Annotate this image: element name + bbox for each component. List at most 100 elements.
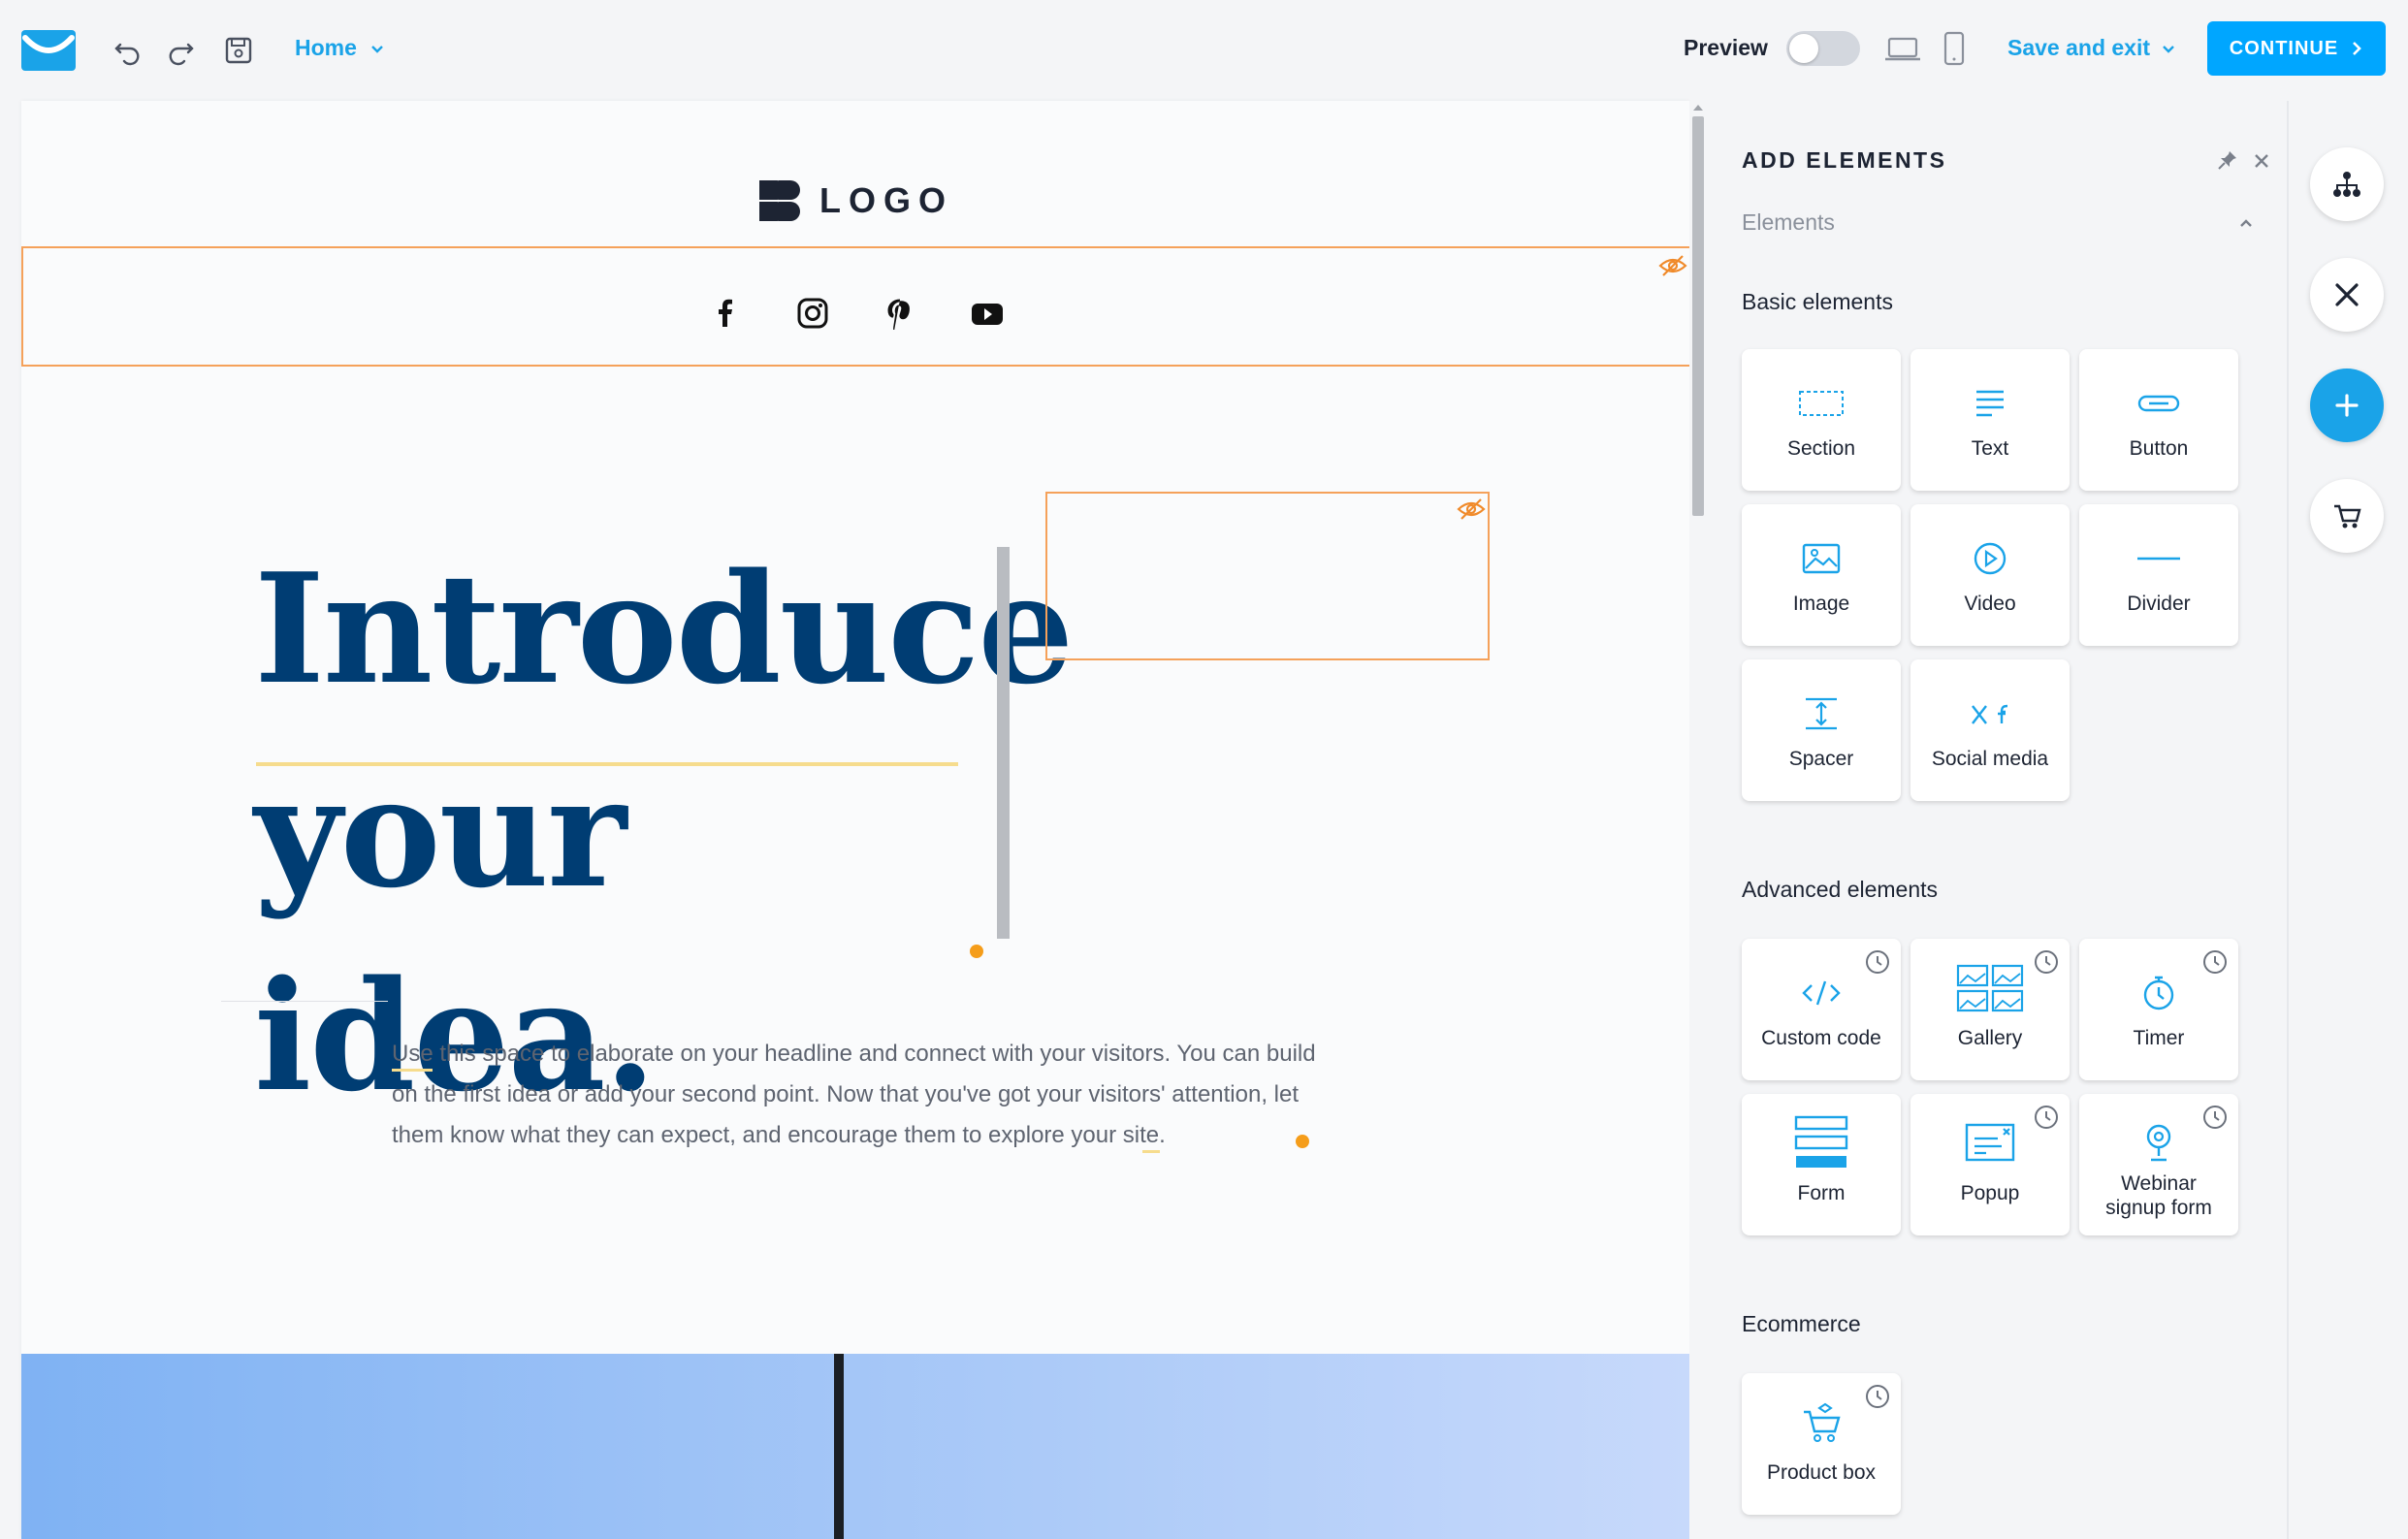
save-and-exit-button[interactable]: Save and exit: [2007, 35, 2177, 61]
element-tile-label: Text: [1971, 437, 2009, 460]
canvas-scrollbar[interactable]: [1689, 101, 1707, 1539]
spellcheck-underline: [392, 1069, 433, 1072]
spellcheck-underline: [1142, 1150, 1160, 1153]
button-icon: [2079, 386, 2238, 421]
social-media-icon: [1910, 696, 2070, 731]
social-icons: [23, 297, 1689, 330]
element-tile-timer[interactable]: Timer: [2079, 939, 2238, 1080]
getresponse-logo-icon[interactable]: [21, 30, 76, 71]
elements-group-header[interactable]: Elements: [1742, 209, 1835, 236]
logo-text: LOGO: [819, 180, 953, 220]
element-tile-label: Spacer: [1788, 748, 1854, 770]
resize-handle[interactable]: [970, 945, 983, 958]
body-paragraph[interactable]: Use this space to elaborate on your head…: [392, 1034, 1342, 1156]
image-icon: [1742, 541, 1901, 576]
element-tile-gallery[interactable]: Gallery: [1910, 939, 2070, 1080]
basic-elements-heading: Basic elements: [1742, 289, 1893, 314]
clock-icon: [2203, 950, 2227, 974]
close-icon[interactable]: [2252, 151, 2271, 171]
chevron-up-icon[interactable]: [2236, 213, 2256, 233]
element-tile-popup[interactable]: Popup: [1910, 1094, 2070, 1235]
popup-icon: [1910, 1119, 2070, 1170]
page-canvas[interactable]: LOGO Introduce your idea. Use this space…: [21, 101, 1689, 1539]
add-elements-panel: ADD ELEMENTS Elements Basic elements Sec…: [1709, 101, 2287, 1539]
canvas-scroll-thumb[interactable]: [1692, 116, 1704, 516]
desktop-view-icon[interactable]: [1883, 31, 1922, 71]
element-tile-label: Gallery: [1957, 1027, 2023, 1049]
element-tile-image[interactable]: Image: [1742, 504, 1901, 646]
element-tile-divider[interactable]: Divider: [2079, 504, 2238, 646]
form-icon: [1742, 1115, 1901, 1170]
clock-icon: [1866, 950, 1889, 974]
save-icon[interactable]: [221, 33, 256, 68]
hidden-element-box[interactable]: [1045, 492, 1490, 660]
element-tile-label: Section: [1786, 437, 1856, 460]
chevron-right-icon: [2353, 42, 2362, 55]
continue-button[interactable]: CONTINUE: [2207, 21, 2386, 76]
chevron-down-icon: [2163, 45, 2174, 53]
page-selector-label: Home: [295, 35, 357, 60]
add-elements-button[interactable]: [2310, 369, 2384, 442]
right-tool-rail: [2287, 101, 2408, 1539]
element-tile-social-media[interactable]: Social media: [1910, 659, 2070, 801]
redo-icon[interactable]: [163, 33, 198, 68]
cart-icon: [2334, 504, 2361, 529]
text-box-scrollbar[interactable]: [995, 539, 1011, 958]
divider-icon: [2079, 541, 2238, 576]
top-toolbar: Home Preview Save and exit CONTINUE: [0, 0, 2408, 99]
image-pole: [834, 1354, 844, 1539]
gallery-icon: [1910, 964, 2070, 1014]
scroll-up-arrow-icon[interactable]: [1693, 105, 1703, 111]
element-tile-text[interactable]: Text: [1910, 349, 2070, 491]
element-tile-custom-code[interactable]: Custom code: [1742, 939, 1901, 1080]
social-media-row[interactable]: [21, 246, 1689, 367]
sitemap-icon: [2333, 172, 2360, 197]
element-tile-button[interactable]: Button: [2079, 349, 2238, 491]
ecommerce-button[interactable]: [2310, 479, 2384, 553]
page-logo[interactable]: LOGO: [21, 178, 1689, 223]
spacer-icon: [1742, 696, 1901, 731]
spellcheck-underline: [256, 762, 958, 766]
resize-handle[interactable]: [1296, 1135, 1309, 1148]
save-and-exit-label: Save and exit: [2007, 35, 2151, 60]
youtube-icon[interactable]: [971, 297, 1004, 330]
timer-icon: [2079, 976, 2238, 1010]
element-tile-spacer[interactable]: Spacer: [1742, 659, 1901, 801]
logo-mark-icon: [759, 180, 800, 221]
mobile-view-icon[interactable]: [1942, 31, 1967, 73]
element-tile-product-box[interactable]: Product box: [1742, 1373, 1901, 1515]
continue-label: CONTINUE: [2229, 37, 2339, 59]
chevron-down-icon: [371, 45, 383, 53]
text-box-scroll-thumb[interactable]: [997, 547, 1010, 939]
element-tile-form[interactable]: Form: [1742, 1094, 1901, 1235]
plus-icon: [2335, 394, 2359, 417]
facebook-icon[interactable]: [709, 297, 742, 330]
hidden-eye-icon[interactable]: [1457, 497, 1486, 521]
element-tile-label: Popup: [1960, 1182, 2020, 1204]
advanced-elements-heading: Advanced elements: [1742, 877, 1939, 902]
instagram-icon[interactable]: [796, 297, 829, 330]
page-structure-button[interactable]: [2310, 147, 2384, 221]
element-tile-label: Divider: [2127, 593, 2191, 615]
pinterest-icon[interactable]: [883, 297, 916, 330]
undo-icon[interactable]: [111, 33, 145, 68]
element-tile-video[interactable]: Video: [1910, 504, 2070, 646]
headline-line-1: Introduce: [254, 540, 1074, 718]
element-tile-label: Image: [1792, 593, 1850, 615]
element-tile-label: Social media: [1931, 748, 2049, 770]
element-tile-webinar-signup-form[interactable]: Webinar signup form: [2079, 1094, 2238, 1235]
hidden-eye-icon[interactable]: [1658, 254, 1687, 277]
element-tile-label: Form: [1797, 1182, 1846, 1204]
tools-icon: [2335, 283, 2359, 306]
hero-image[interactable]: [21, 1354, 1689, 1539]
element-tile-section[interactable]: Section: [1742, 349, 1901, 491]
page-selector-dropdown[interactable]: Home: [295, 35, 386, 61]
design-tools-button[interactable]: [2310, 258, 2384, 332]
section-icon: [1742, 386, 1901, 421]
element-tile-label: Button: [2129, 437, 2189, 460]
code-icon: [1742, 976, 1901, 1010]
pin-icon[interactable]: [2217, 149, 2238, 171]
preview-toggle[interactable]: [1786, 31, 1860, 66]
element-tile-label: Product box: [1766, 1461, 1877, 1484]
divider-line: [221, 1001, 388, 1002]
